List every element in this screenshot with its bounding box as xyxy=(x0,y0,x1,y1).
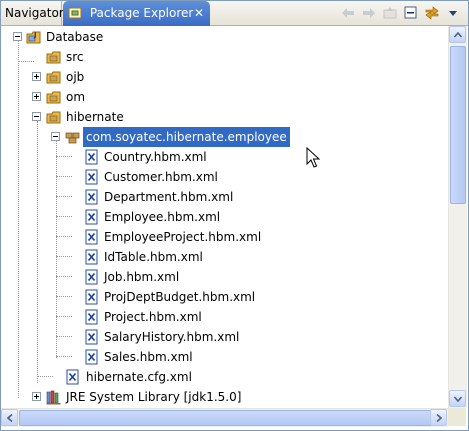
tree-item-ojb[interactable]: ojb xyxy=(1,67,448,87)
tab-package-explorer[interactable]: Package Explorer ✕ xyxy=(63,1,210,26)
tree-item-hbm-file[interactable]: Customer.hbm.xml xyxy=(1,167,448,187)
tree-item-label: Customer.hbm.xml xyxy=(104,170,218,184)
forward-icon[interactable] xyxy=(360,4,378,22)
xml-file-icon xyxy=(84,169,100,185)
xml-file-icon xyxy=(84,209,100,225)
tree-item-hbm-file[interactable]: Country.hbm.xml xyxy=(1,147,448,167)
view-menu-icon[interactable] xyxy=(444,4,462,22)
svg-text:J: J xyxy=(33,31,37,39)
java-project-icon: J xyxy=(26,29,42,45)
horizontal-scrollbar[interactable] xyxy=(1,408,448,427)
tree-item-hibernate-cfg[interactable]: hibernate.cfg.xml xyxy=(1,367,448,387)
tree-item-hbm-file[interactable]: Employee.hbm.xml xyxy=(1,207,448,227)
expand-toggle-icon[interactable] xyxy=(32,92,41,101)
package-explorer-icon xyxy=(68,4,82,19)
xml-file-icon xyxy=(84,249,100,265)
tree-item-database[interactable]: J Database xyxy=(1,27,448,47)
vertical-scrollbar[interactable] xyxy=(448,26,467,408)
tree-item-hbm-file[interactable]: Project.hbm.xml xyxy=(1,307,448,327)
tab-navigator-label: Navigator xyxy=(5,6,64,20)
xml-file-icon xyxy=(84,329,100,345)
back-icon[interactable] xyxy=(339,4,357,22)
view-toolbar xyxy=(339,4,462,22)
tree-item-hbm-file[interactable]: SalaryHistory.hbm.xml xyxy=(1,327,448,347)
xml-file-icon xyxy=(84,349,100,365)
chevron-left-icon xyxy=(6,413,13,422)
vertical-scroll-thumb[interactable] xyxy=(450,46,466,204)
xml-file-icon xyxy=(84,189,100,205)
chevron-down-icon xyxy=(453,395,462,402)
mouse-cursor-icon xyxy=(306,147,320,168)
xml-file-icon xyxy=(84,289,100,305)
xml-file-icon xyxy=(84,309,100,325)
scroll-left-button[interactable] xyxy=(1,409,18,426)
up-icon[interactable] xyxy=(381,4,399,22)
tree-item-package[interactable]: com.soyatec.hibernate.employee xyxy=(1,127,448,147)
library-icon xyxy=(46,389,62,405)
tree-item-hbm-file[interactable]: EmployeeProject.hbm.xml xyxy=(1,227,448,247)
tree-item-label: Department.hbm.xml xyxy=(104,190,234,204)
tree-item-label: src xyxy=(66,50,84,64)
tree-item-label: Database xyxy=(46,30,104,44)
tree-item-hbm-file[interactable]: Sales.hbm.xml xyxy=(1,347,448,367)
tree-item-jre-library[interactable]: JRE System Library [jdk1.5.0] xyxy=(1,387,448,407)
tree-item-label: Job.hbm.xml xyxy=(104,270,180,284)
tree-item-src[interactable]: src xyxy=(1,47,448,67)
xml-file-icon xyxy=(84,149,100,165)
link-with-editor-icon[interactable] xyxy=(423,4,441,22)
xml-file-icon xyxy=(84,229,100,245)
tree-item-label: hibernate xyxy=(66,110,124,124)
tab-package-explorer-label: Package Explorer xyxy=(89,6,194,20)
tree-item-label: om xyxy=(66,90,86,104)
tree-item-hbm-file[interactable]: IdTable.hbm.xml xyxy=(1,247,448,267)
tree-item-hbm-file[interactable]: ProjDeptBudget.hbm.xml xyxy=(1,287,448,307)
tree-item-label-selected: com.soyatec.hibernate.employee xyxy=(83,127,290,147)
scrollbar-corner xyxy=(448,408,466,426)
source-folder-icon xyxy=(46,109,62,125)
scroll-up-button[interactable] xyxy=(449,26,466,43)
source-folder-icon xyxy=(46,89,62,105)
scroll-right-button[interactable] xyxy=(430,409,447,426)
chevron-up-icon xyxy=(453,31,462,38)
collapse-toggle-icon[interactable] xyxy=(51,132,60,141)
tree-item-label: Project.hbm.xml xyxy=(104,310,202,324)
project-tree: J Database src ojb om hibernate com.soya… xyxy=(1,26,448,408)
expand-toggle-icon[interactable] xyxy=(32,72,41,81)
tree-item-label: EmployeeProject.hbm.xml xyxy=(104,230,262,244)
package-icon xyxy=(65,129,81,145)
xml-file-icon xyxy=(65,369,81,385)
collapse-toggle-icon[interactable] xyxy=(32,112,41,121)
xml-file-icon xyxy=(84,269,100,285)
tree-item-label: SalaryHistory.hbm.xml xyxy=(104,330,240,344)
tree-item-label: Sales.hbm.xml xyxy=(104,350,193,364)
source-folder-icon xyxy=(46,69,62,85)
tree-item-label: Employee.hbm.xml xyxy=(104,210,221,224)
tree-item-label: ojb xyxy=(66,70,85,84)
view-tab-bar: Navigator Package Explorer ✕ xyxy=(1,1,468,26)
scroll-down-button[interactable] xyxy=(449,390,466,407)
horizontal-scroll-thumb[interactable] xyxy=(19,410,433,426)
tree-item-label: IdTable.hbm.xml xyxy=(104,250,203,264)
tree-item-label: Country.hbm.xml xyxy=(104,150,207,164)
chevron-right-icon xyxy=(435,413,442,422)
source-folder-icon xyxy=(46,49,62,65)
close-icon[interactable]: ✕ xyxy=(194,1,204,25)
tree-item-hbm-file[interactable]: Department.hbm.xml xyxy=(1,187,448,207)
expand-toggle-icon[interactable] xyxy=(32,392,41,401)
collapse-toggle-icon[interactable] xyxy=(13,32,22,41)
package-explorer-view: Navigator Package Explorer ✕ J Database … xyxy=(0,0,469,431)
tree-item-om[interactable]: om xyxy=(1,87,448,107)
tree-item-label: JRE System Library [jdk1.5.0] xyxy=(66,390,242,404)
tab-navigator[interactable]: Navigator xyxy=(1,1,64,25)
tree-item-label: hibernate.cfg.xml xyxy=(86,370,192,384)
tree-item-hibernate[interactable]: hibernate xyxy=(1,107,448,127)
tree-item-hbm-file[interactable]: Job.hbm.xml xyxy=(1,267,448,287)
tree-item-label: ProjDeptBudget.hbm.xml xyxy=(104,290,256,304)
collapse-all-icon[interactable] xyxy=(402,4,420,22)
